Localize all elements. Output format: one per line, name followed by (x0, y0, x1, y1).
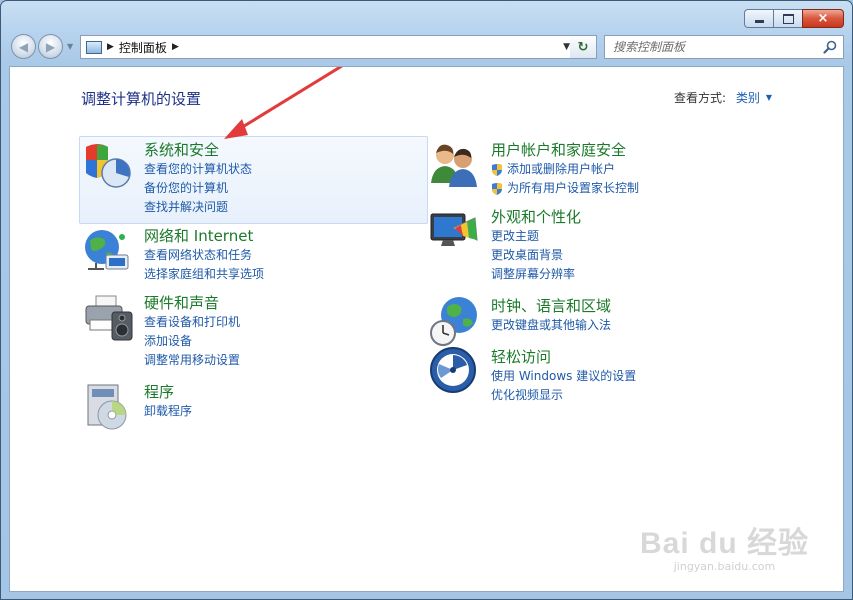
forward-button[interactable]: ▶ (38, 34, 63, 59)
link-parental-controls[interactable]: 为所有用户设置家长控制 (491, 179, 639, 198)
maximize-button[interactable] (773, 9, 802, 28)
link-mobility-settings[interactable]: 调整常用移动设置 (144, 351, 240, 370)
search-icon[interactable] (823, 40, 837, 54)
monitor-palette-icon (430, 213, 478, 246)
category-links: 更改主题 更改桌面背景 调整屏幕分辨率 (491, 227, 575, 284)
control-panel-icon (86, 40, 102, 54)
category-title[interactable]: 系统和安全 (144, 139, 219, 160)
link-backup-computer[interactable]: 备份您的计算机 (144, 179, 252, 198)
category-links: 查看设备和打印机 添加设备 调整常用移动设置 (144, 313, 240, 370)
caption-buttons: × (744, 9, 844, 28)
maximize-icon (782, 13, 794, 24)
navigation-bar: ◀ ▶ ▼ ▶ 控制面板 ▶ ▼ ↻ (10, 34, 844, 60)
category-title[interactable]: 网络和 Internet (144, 225, 253, 246)
link-devices-printers[interactable]: 查看设备和打印机 (144, 313, 240, 332)
link-homegroup-sharing[interactable]: 选择家庭组和共享选项 (144, 265, 264, 284)
close-icon: × (817, 11, 829, 26)
category-links: 查看您的计算机状态 备份您的计算机 查找并解决问题 (144, 160, 252, 217)
address-bar[interactable]: ▶ 控制面板 ▶ ▼ (80, 35, 576, 59)
breadcrumb-separator-icon[interactable]: ▶ (107, 42, 114, 52)
uac-shield-icon (492, 164, 502, 176)
category-links: 卸载程序 (144, 402, 192, 421)
category-user-accounts[interactable]: 用户帐户和家庭安全 添加或删除用户帐户 为所有用户设置家长控制 (429, 139, 769, 199)
address-dropdown-icon[interactable]: ▼ (563, 42, 570, 52)
view-by-dropdown[interactable]: 类别 ▼ (736, 89, 772, 106)
category-title[interactable]: 程序 (144, 381, 174, 402)
view-by-label: 查看方式: (673, 91, 726, 105)
category-title[interactable]: 外观和个性化 (491, 206, 581, 227)
category-clock-language-region[interactable]: 时钟、语言和区域 更改键盘或其他输入法 (429, 295, 769, 351)
uac-shield-icon (492, 183, 502, 195)
minimize-icon (754, 20, 764, 23)
forward-arrow-icon: ▶ (45, 39, 56, 54)
control-panel-window: × ◀ ▶ ▼ ▶ 控制面板 ▶ ▼ ↻ 调整计算机的设置 查看方式: 类别 ▼ (0, 0, 853, 600)
link-text: 添加或删除用户帐户 (507, 162, 616, 176)
view-by-value: 类别 (735, 91, 760, 105)
link-recommended-settings[interactable]: 使用 Windows 建议的设置 (491, 367, 636, 386)
back-button[interactable]: ◀ (11, 34, 36, 59)
link-network-status[interactable]: 查看网络状态和任务 (144, 246, 264, 265)
programs-disc-icon (87, 384, 127, 430)
users-icon (431, 144, 477, 187)
category-links: 查看网络状态和任务 选择家庭组和共享选项 (144, 246, 264, 284)
category-title[interactable]: 时钟、语言和区域 (491, 295, 611, 316)
link-optimize-display[interactable]: 优化视频显示 (491, 386, 636, 405)
chevron-down-icon: ▼ (765, 93, 772, 102)
search-box (604, 35, 844, 59)
watermark-logo: Bai du 经验 (639, 527, 809, 560)
shield-pie-icon (86, 144, 131, 188)
link-screen-resolution[interactable]: 调整屏幕分辨率 (491, 265, 575, 284)
link-desktop-background[interactable]: 更改桌面背景 (491, 246, 575, 265)
close-button[interactable]: × (802, 9, 844, 28)
category-links: 添加或删除用户帐户 为所有用户设置家长控制 (491, 160, 639, 198)
category-appearance[interactable]: 外观和个性化 更改主题 更改桌面背景 调整屏幕分辨率 (429, 206, 769, 282)
category-programs[interactable]: 程序 卸载程序 (82, 381, 422, 431)
category-links: 更改键盘或其他输入法 (491, 316, 611, 335)
category-links: 使用 Windows 建议的设置 优化视频显示 (491, 367, 636, 405)
ease-access-icon (430, 347, 476, 393)
category-hardware-sound[interactable]: 硬件和声音 查看设备和打印机 添加设备 调整常用移动设置 (82, 292, 422, 368)
category-title[interactable]: 轻松访问 (491, 346, 551, 367)
link-add-device[interactable]: 添加设备 (144, 332, 240, 351)
link-add-remove-accounts[interactable]: 添加或删除用户帐户 (491, 160, 639, 179)
link-find-fix-problems[interactable]: 查找并解决问题 (144, 198, 252, 217)
link-text: 为所有用户设置家长控制 (507, 181, 640, 195)
printer-speaker-icon (85, 295, 133, 341)
category-title[interactable]: 用户帐户和家庭安全 (491, 139, 626, 160)
page-title: 调整计算机的设置 (81, 90, 202, 108)
back-arrow-icon: ◀ (18, 39, 29, 54)
minimize-button[interactable] (744, 9, 773, 28)
history-dropdown-icon[interactable]: ▼ (67, 42, 73, 51)
link-keyboard-input[interactable]: 更改键盘或其他输入法 (491, 316, 611, 335)
category-ease-of-access[interactable]: 轻松访问 使用 Windows 建议的设置 优化视频显示 (429, 346, 769, 406)
category-system-security[interactable]: 系统和安全 查看您的计算机状态 备份您的计算机 查找并解决问题 (82, 139, 422, 219)
refresh-icon: ↻ (577, 39, 589, 55)
category-network-internet[interactable]: 网络和 Internet 查看网络状态和任务 选择家庭组和共享选项 (82, 225, 422, 285)
clock-globe-icon (430, 297, 477, 346)
breadcrumb-separator-icon[interactable]: ▶ (172, 42, 179, 52)
link-uninstall-program[interactable]: 卸载程序 (144, 402, 192, 421)
link-change-theme[interactable]: 更改主题 (491, 227, 575, 246)
link-view-computer-status[interactable]: 查看您的计算机状态 (144, 160, 252, 179)
content-pane: 调整计算机的设置 查看方式: 类别 ▼ 系统和安全 查看您的计算机状态 备份您的… (9, 66, 844, 592)
refresh-button[interactable]: ↻ (570, 35, 597, 59)
search-input[interactable] (611, 39, 825, 55)
baidu-watermark: Bai du 经验 jingyan.baidu.com (640, 518, 809, 573)
category-title[interactable]: 硬件和声音 (144, 292, 219, 313)
breadcrumb-control-panel[interactable]: 控制面板 (119, 39, 167, 56)
network-globe-icon (85, 230, 129, 270)
